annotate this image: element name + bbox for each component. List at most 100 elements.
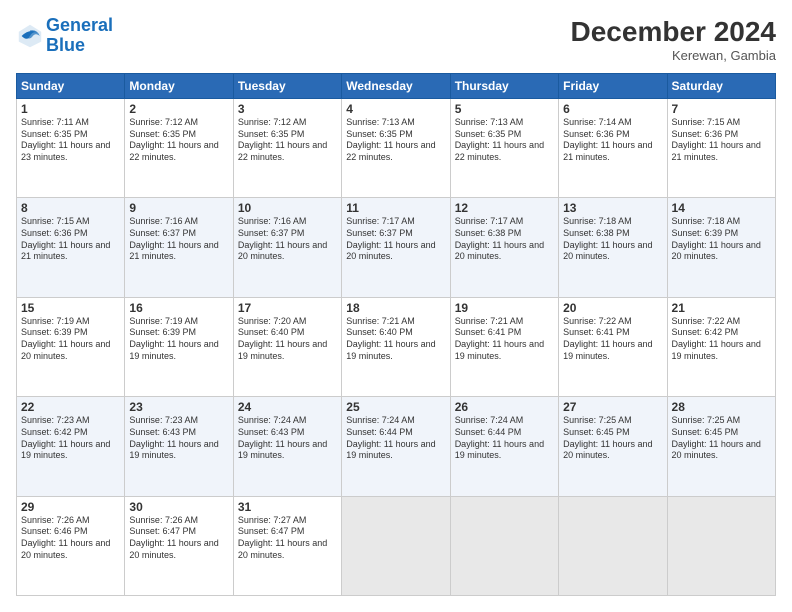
- header: General Blue December 2024 Kerewan, Gamb…: [16, 16, 776, 63]
- cell-info: Sunrise: 7:24 AM Sunset: 6:44 PM Dayligh…: [455, 415, 554, 462]
- table-row: 24 Sunrise: 7:24 AM Sunset: 6:43 PM Dayl…: [233, 397, 341, 496]
- logo-line1: General: [46, 15, 113, 35]
- day-number: 8: [21, 201, 120, 215]
- cell-info: Sunrise: 7:15 AM Sunset: 6:36 PM Dayligh…: [672, 117, 771, 164]
- sunset-text: Sunset: 6:36 PM: [672, 129, 771, 141]
- cell-info: Sunrise: 7:14 AM Sunset: 6:36 PM Dayligh…: [563, 117, 662, 164]
- sunrise-text: Sunrise: 7:15 AM: [672, 117, 771, 129]
- sunset-text: Sunset: 6:41 PM: [563, 327, 662, 339]
- day-number: 21: [672, 301, 771, 315]
- daylight-text: Daylight: 11 hours and 20 minutes.: [238, 538, 337, 561]
- daylight-text: Daylight: 11 hours and 22 minutes.: [238, 140, 337, 163]
- sunrise-text: Sunrise: 7:13 AM: [455, 117, 554, 129]
- col-tuesday: Tuesday: [233, 74, 341, 99]
- col-sunday: Sunday: [17, 74, 125, 99]
- sunrise-text: Sunrise: 7:25 AM: [563, 415, 662, 427]
- location: Kerewan, Gambia: [571, 48, 776, 63]
- sunset-text: Sunset: 6:35 PM: [455, 129, 554, 141]
- daylight-text: Daylight: 11 hours and 20 minutes.: [672, 439, 771, 462]
- daylight-text: Daylight: 11 hours and 19 minutes.: [129, 439, 228, 462]
- sunset-text: Sunset: 6:40 PM: [346, 327, 445, 339]
- cell-info: Sunrise: 7:24 AM Sunset: 6:43 PM Dayligh…: [238, 415, 337, 462]
- daylight-text: Daylight: 11 hours and 21 minutes.: [129, 240, 228, 263]
- cell-info: Sunrise: 7:13 AM Sunset: 6:35 PM Dayligh…: [455, 117, 554, 164]
- cell-info: Sunrise: 7:25 AM Sunset: 6:45 PM Dayligh…: [563, 415, 662, 462]
- title-block: December 2024 Kerewan, Gambia: [571, 16, 776, 63]
- sunset-text: Sunset: 6:37 PM: [238, 228, 337, 240]
- cell-info: Sunrise: 7:25 AM Sunset: 6:45 PM Dayligh…: [672, 415, 771, 462]
- daylight-text: Daylight: 11 hours and 22 minutes.: [129, 140, 228, 163]
- sunrise-text: Sunrise: 7:14 AM: [563, 117, 662, 129]
- day-number: 9: [129, 201, 228, 215]
- table-row: 5 Sunrise: 7:13 AM Sunset: 6:35 PM Dayli…: [450, 99, 558, 198]
- day-number: 4: [346, 102, 445, 116]
- col-friday: Friday: [559, 74, 667, 99]
- table-row: 22 Sunrise: 7:23 AM Sunset: 6:42 PM Dayl…: [17, 397, 125, 496]
- table-row: 23 Sunrise: 7:23 AM Sunset: 6:43 PM Dayl…: [125, 397, 233, 496]
- sunset-text: Sunset: 6:39 PM: [21, 327, 120, 339]
- calendar-week-1: 1 Sunrise: 7:11 AM Sunset: 6:35 PM Dayli…: [17, 99, 776, 198]
- table-row: 14 Sunrise: 7:18 AM Sunset: 6:39 PM Dayl…: [667, 198, 775, 297]
- table-row: 17 Sunrise: 7:20 AM Sunset: 6:40 PM Dayl…: [233, 297, 341, 396]
- cell-info: Sunrise: 7:20 AM Sunset: 6:40 PM Dayligh…: [238, 316, 337, 363]
- cell-info: Sunrise: 7:19 AM Sunset: 6:39 PM Dayligh…: [21, 316, 120, 363]
- sunset-text: Sunset: 6:42 PM: [672, 327, 771, 339]
- cell-info: Sunrise: 7:23 AM Sunset: 6:43 PM Dayligh…: [129, 415, 228, 462]
- cell-info: Sunrise: 7:17 AM Sunset: 6:38 PM Dayligh…: [455, 216, 554, 263]
- sunrise-text: Sunrise: 7:12 AM: [129, 117, 228, 129]
- sunset-text: Sunset: 6:45 PM: [672, 427, 771, 439]
- day-number: 14: [672, 201, 771, 215]
- daylight-text: Daylight: 11 hours and 19 minutes.: [563, 339, 662, 362]
- sunset-text: Sunset: 6:35 PM: [238, 129, 337, 141]
- table-row: 9 Sunrise: 7:16 AM Sunset: 6:37 PM Dayli…: [125, 198, 233, 297]
- table-row: 27 Sunrise: 7:25 AM Sunset: 6:45 PM Dayl…: [559, 397, 667, 496]
- table-row: 7 Sunrise: 7:15 AM Sunset: 6:36 PM Dayli…: [667, 99, 775, 198]
- sunset-text: Sunset: 6:39 PM: [129, 327, 228, 339]
- daylight-text: Daylight: 11 hours and 21 minutes.: [672, 140, 771, 163]
- sunset-text: Sunset: 6:46 PM: [21, 526, 120, 538]
- daylight-text: Daylight: 11 hours and 19 minutes.: [455, 439, 554, 462]
- day-number: 3: [238, 102, 337, 116]
- day-number: 27: [563, 400, 662, 414]
- cell-info: Sunrise: 7:19 AM Sunset: 6:39 PM Dayligh…: [129, 316, 228, 363]
- logo: General Blue: [16, 16, 113, 56]
- sunrise-text: Sunrise: 7:15 AM: [21, 216, 120, 228]
- day-number: 2: [129, 102, 228, 116]
- sunset-text: Sunset: 6:39 PM: [672, 228, 771, 240]
- day-number: 20: [563, 301, 662, 315]
- sunrise-text: Sunrise: 7:13 AM: [346, 117, 445, 129]
- logo-icon: [16, 22, 44, 50]
- sunrise-text: Sunrise: 7:18 AM: [672, 216, 771, 228]
- calendar-week-4: 22 Sunrise: 7:23 AM Sunset: 6:42 PM Dayl…: [17, 397, 776, 496]
- sunrise-text: Sunrise: 7:18 AM: [563, 216, 662, 228]
- sunrise-text: Sunrise: 7:22 AM: [563, 316, 662, 328]
- table-row: 15 Sunrise: 7:19 AM Sunset: 6:39 PM Dayl…: [17, 297, 125, 396]
- daylight-text: Daylight: 11 hours and 23 minutes.: [21, 140, 120, 163]
- calendar-header-row: Sunday Monday Tuesday Wednesday Thursday…: [17, 74, 776, 99]
- daylight-text: Daylight: 11 hours and 20 minutes.: [563, 240, 662, 263]
- sunrise-text: Sunrise: 7:23 AM: [21, 415, 120, 427]
- cell-info: Sunrise: 7:15 AM Sunset: 6:36 PM Dayligh…: [21, 216, 120, 263]
- cell-info: Sunrise: 7:12 AM Sunset: 6:35 PM Dayligh…: [238, 117, 337, 164]
- daylight-text: Daylight: 11 hours and 19 minutes.: [129, 339, 228, 362]
- logo-line2: Blue: [46, 35, 85, 55]
- daylight-text: Daylight: 11 hours and 19 minutes.: [346, 439, 445, 462]
- sunrise-text: Sunrise: 7:24 AM: [238, 415, 337, 427]
- cell-info: Sunrise: 7:27 AM Sunset: 6:47 PM Dayligh…: [238, 515, 337, 562]
- table-row: 11 Sunrise: 7:17 AM Sunset: 6:37 PM Dayl…: [342, 198, 450, 297]
- day-number: 18: [346, 301, 445, 315]
- sunrise-text: Sunrise: 7:24 AM: [455, 415, 554, 427]
- daylight-text: Daylight: 11 hours and 19 minutes.: [238, 339, 337, 362]
- daylight-text: Daylight: 11 hours and 20 minutes.: [238, 240, 337, 263]
- day-number: 24: [238, 400, 337, 414]
- sunset-text: Sunset: 6:37 PM: [346, 228, 445, 240]
- sunset-text: Sunset: 6:35 PM: [21, 129, 120, 141]
- table-row: 30 Sunrise: 7:26 AM Sunset: 6:47 PM Dayl…: [125, 496, 233, 595]
- daylight-text: Daylight: 11 hours and 20 minutes.: [672, 240, 771, 263]
- day-number: 16: [129, 301, 228, 315]
- cell-info: Sunrise: 7:26 AM Sunset: 6:46 PM Dayligh…: [21, 515, 120, 562]
- daylight-text: Daylight: 11 hours and 22 minutes.: [455, 140, 554, 163]
- daylight-text: Daylight: 11 hours and 19 minutes.: [346, 339, 445, 362]
- sunset-text: Sunset: 6:43 PM: [238, 427, 337, 439]
- sunset-text: Sunset: 6:38 PM: [455, 228, 554, 240]
